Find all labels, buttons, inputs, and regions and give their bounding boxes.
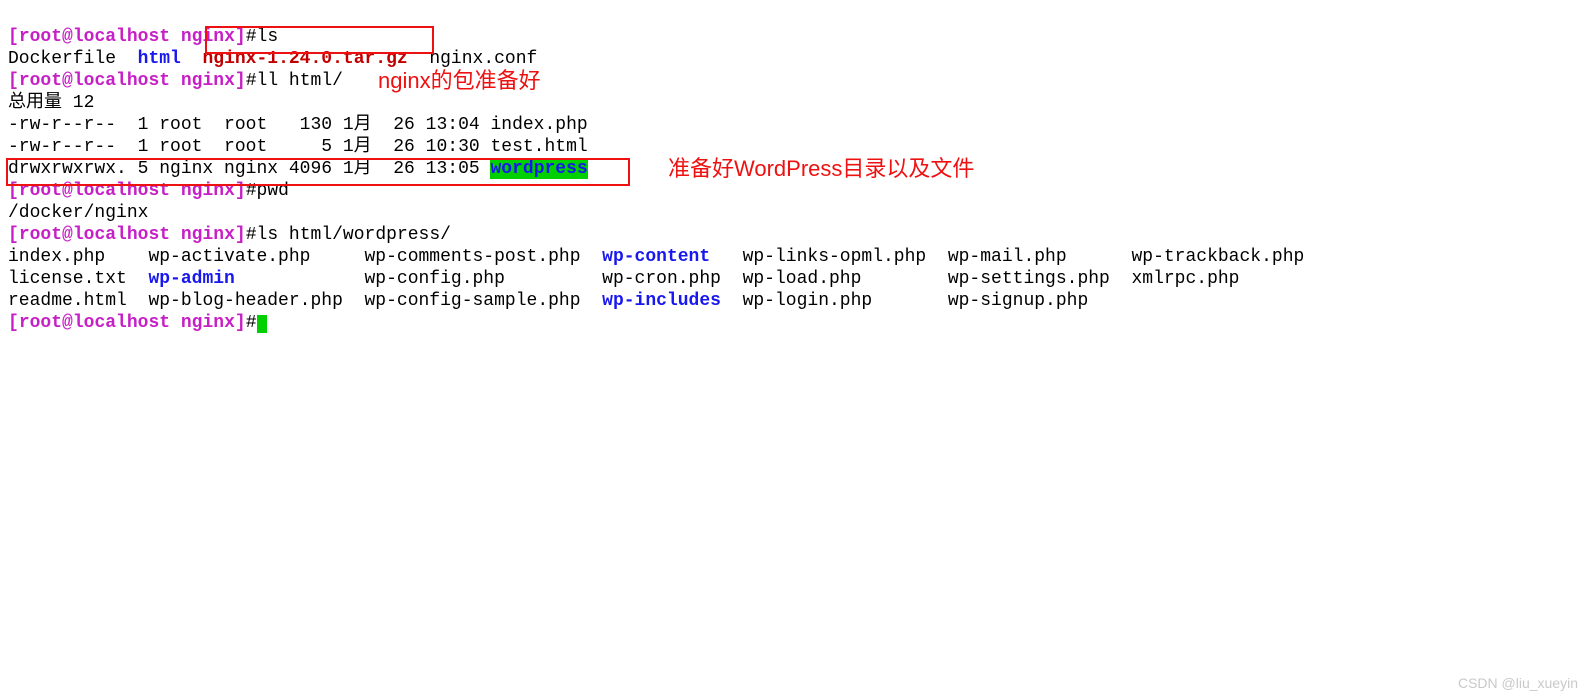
ll-total: 总用量 12 <box>8 93 94 113</box>
cmd-ls-wordpress: ls html/wordpress/ <box>257 225 451 245</box>
dir-wp-admin: wp-admin <box>148 269 234 289</box>
dir-wp-content: wp-content <box>602 247 710 267</box>
ll-row: -rw-r--r-- 1 root root 130 1月 26 13:04 i… <box>8 115 588 135</box>
pwd-output: /docker/nginx <box>8 203 148 223</box>
cursor-icon <box>257 315 267 333</box>
ls-output-line: Dockerfile html nginx-1.24.0.tar.gz ngin… <box>8 49 537 69</box>
cmd-ls: ls <box>257 27 279 47</box>
prompt: [root@localhost nginx]# <box>8 225 257 245</box>
file-nginx-tar: nginx-1.24.0.tar.gz <box>202 49 407 69</box>
cmd-pwd: pwd <box>257 181 289 201</box>
prompt: [root@localhost nginx]# <box>8 27 257 47</box>
wp-ls-row: readme.html wp-blog-header.php wp-config… <box>8 291 1088 311</box>
dir-html: html <box>138 49 181 69</box>
ll-row: -rw-r--r-- 1 root root 5 1月 26 10:30 tes… <box>8 137 588 157</box>
prompt: [root@localhost nginx]# <box>8 313 257 333</box>
ll-row: drwxrwxrwx. 5 nginx nginx 4096 1月 26 13:… <box>8 159 588 179</box>
prompt: [root@localhost nginx]# <box>8 71 257 91</box>
watermark: CSDN @liu_xueyin <box>1458 672 1578 694</box>
terminal-output[interactable]: [root@localhost nginx]#ls Dockerfile htm… <box>0 0 1588 338</box>
wp-ls-row: license.txt wp-admin wp-config.php wp-cr… <box>8 269 1240 289</box>
dir-wordpress: wordpress <box>490 159 587 179</box>
wp-ls-row: index.php wp-activate.php wp-comments-po… <box>8 247 1304 267</box>
prompt: [root@localhost nginx]# <box>8 181 257 201</box>
dir-wp-includes: wp-includes <box>602 291 721 311</box>
cmd-ll-html: ll html/ <box>257 71 343 91</box>
